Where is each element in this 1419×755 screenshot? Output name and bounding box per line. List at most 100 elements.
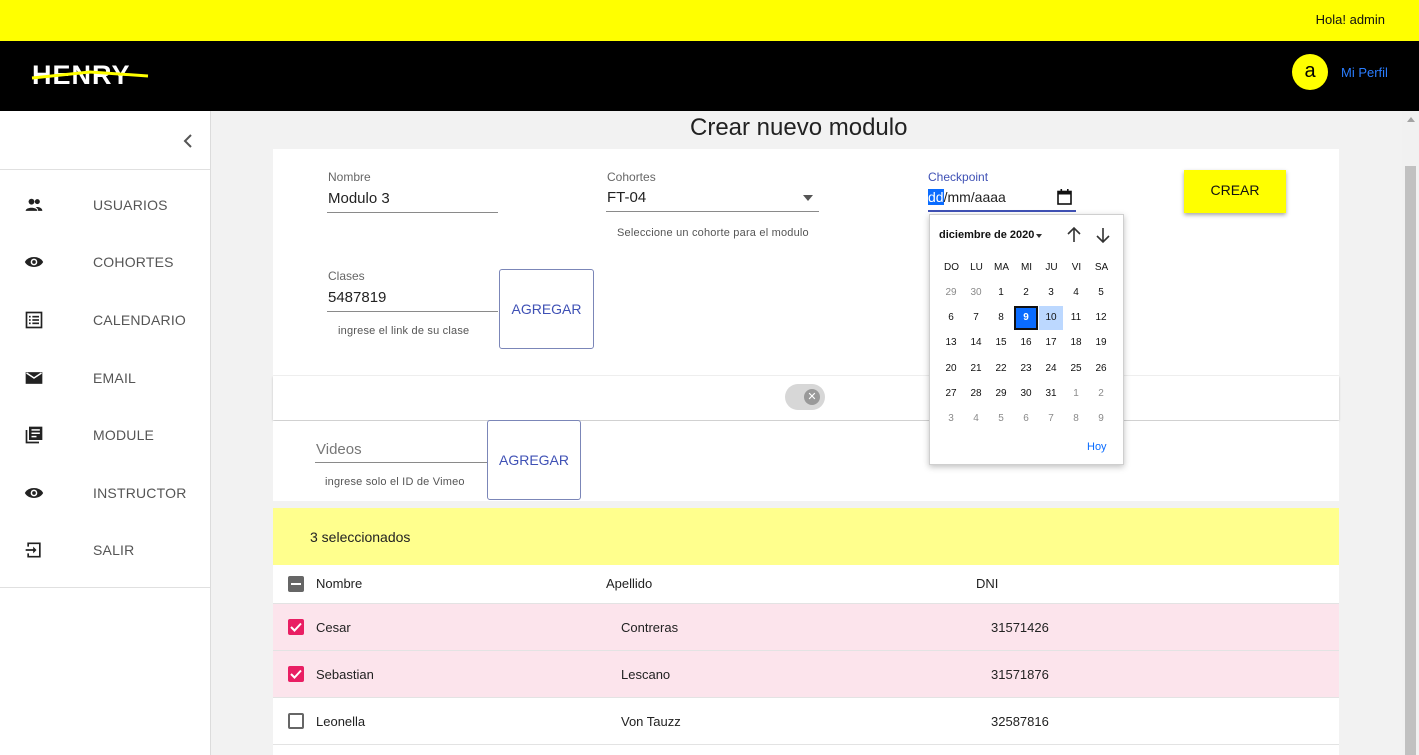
dropdown-arrow-icon[interactable] xyxy=(803,195,813,201)
calendar-day[interactable]: 26 xyxy=(1089,357,1113,381)
clases-input[interactable]: 5487819 xyxy=(328,289,386,306)
calendar-day[interactable]: 10 xyxy=(1039,306,1063,331)
calendar-day[interactable]: 28 xyxy=(964,382,988,406)
row-checkbox[interactable] xyxy=(288,666,304,682)
calendar-day[interactable]: 1 xyxy=(989,281,1013,305)
selection-count: 3 seleccionados xyxy=(310,529,411,545)
header-nombre[interactable]: Nombre xyxy=(316,576,362,591)
videos-input[interactable]: Videos xyxy=(316,441,362,458)
calendar-day[interactable]: 8 xyxy=(1064,407,1088,431)
toggle-switch[interactable]: ✕ xyxy=(785,384,825,410)
clases-helper: ingrese el link de su clase xyxy=(338,325,470,337)
calendar-day[interactable]: 24 xyxy=(1039,357,1063,381)
crear-button[interactable]: CREAR xyxy=(1184,170,1286,213)
calendar-day[interactable]: 5 xyxy=(1089,281,1113,305)
calendar-day[interactable]: 11 xyxy=(1064,306,1088,330)
checkpoint-date-input[interactable]: dd/mm/aaaa xyxy=(928,189,1006,205)
table-row[interactable]: Sebastian Lescano 31571876 xyxy=(273,651,1339,698)
calendar-day[interactable]: 20 xyxy=(939,357,963,381)
calendar-day[interactable]: 25 xyxy=(1064,357,1088,381)
cohortes-underline xyxy=(606,211,819,212)
arrow-up-icon[interactable] xyxy=(1065,226,1083,244)
calendar-day[interactable]: 3 xyxy=(939,407,963,431)
sidebar-item-salir[interactable]: SALIR xyxy=(0,528,210,572)
calendar-day[interactable]: 30 xyxy=(964,281,988,305)
calendar-day[interactable]: 3 xyxy=(1039,281,1063,305)
calendar-day[interactable]: 2 xyxy=(1089,382,1113,406)
calendar-day[interactable]: 18 xyxy=(1064,331,1088,355)
scrollbar-thumb[interactable] xyxy=(1405,166,1416,755)
cell-apellido: Lescano xyxy=(621,667,671,682)
calendar-day[interactable]: 6 xyxy=(1014,407,1038,431)
calendar-day[interactable]: 21 xyxy=(964,357,988,381)
sidebar-item-calendario[interactable]: CALENDARIO xyxy=(0,298,210,342)
calendar-day[interactable]: 19 xyxy=(1089,331,1113,355)
calendar-day[interactable]: 7 xyxy=(964,306,988,330)
greeting-text: Hola! admin xyxy=(1315,12,1385,27)
cell-nombre: Cesar xyxy=(316,620,351,635)
arrow-down-icon[interactable] xyxy=(1094,226,1112,244)
close-icon[interactable]: ✕ xyxy=(804,389,820,405)
calendar-day[interactable]: 5 xyxy=(989,407,1013,431)
calendar-day[interactable]: 30 xyxy=(1014,382,1038,406)
table-row[interactable]: Cesar Contreras 31571426 xyxy=(273,604,1339,651)
sidebar-item-cohortes[interactable]: COHORTES xyxy=(0,240,210,284)
row-checkbox[interactable] xyxy=(288,619,304,635)
calendar-day[interactable]: 6 xyxy=(939,306,963,330)
date-rest-segment[interactable]: /mm/aaaa xyxy=(944,189,1006,205)
calendar-day[interactable]: 29 xyxy=(939,281,963,305)
header-dni[interactable]: DNI xyxy=(976,576,998,591)
calendar-day[interactable]: 9 xyxy=(1014,306,1038,331)
calendar-day[interactable]: 31 xyxy=(1039,382,1063,406)
checkpoint-underline xyxy=(928,210,1076,212)
calendar-day[interactable]: 29 xyxy=(989,382,1013,406)
checkpoint-label: Checkpoint xyxy=(928,170,989,184)
calendar-day[interactable]: 2 xyxy=(1014,281,1038,305)
eye-icon xyxy=(24,257,44,267)
henry-logo[interactable]: HENRY xyxy=(30,58,150,92)
select-all-checkbox[interactable] xyxy=(288,576,304,592)
scrollbar[interactable] xyxy=(1402,111,1419,755)
sidebar-item-email[interactable]: EMAIL xyxy=(0,356,210,400)
chevron-left-icon[interactable] xyxy=(178,131,198,151)
calendar-month-label[interactable]: diciembre de 2020 xyxy=(939,229,1034,241)
sidebar-item-module[interactable]: MODULE xyxy=(0,413,210,457)
calendar-icon[interactable] xyxy=(1057,189,1072,205)
calendar-day[interactable]: 7 xyxy=(1039,407,1063,431)
calendar-day[interactable]: 12 xyxy=(1089,306,1113,330)
sidebar-divider xyxy=(0,587,210,588)
header-apellido[interactable]: Apellido xyxy=(606,576,652,591)
scroll-up-icon[interactable] xyxy=(1407,117,1415,122)
today-button[interactable]: Hoy xyxy=(1087,441,1107,453)
form-card xyxy=(273,149,1339,375)
calendar-day[interactable]: 23 xyxy=(1014,357,1038,381)
calendar-day[interactable]: 4 xyxy=(1064,281,1088,305)
row-checkbox[interactable] xyxy=(288,713,304,729)
cohortes-select[interactable]: FT-04 xyxy=(607,189,646,206)
table-row[interactable]: Leonella Von Tauzz 32587816 xyxy=(273,698,1339,745)
calendar-day[interactable]: 13 xyxy=(939,331,963,355)
calendar-day[interactable]: 1 xyxy=(1064,382,1088,406)
agregar-clase-button[interactable]: AGREGAR xyxy=(499,269,594,349)
nombre-input[interactable]: Modulo 3 xyxy=(328,190,390,207)
cell-dni: 32587816 xyxy=(991,714,1049,729)
calendar-day[interactable]: 22 xyxy=(989,357,1013,381)
calendar-day[interactable]: 27 xyxy=(939,382,963,406)
page-title: Crear nuevo modulo xyxy=(690,114,908,141)
cell-apellido: Contreras xyxy=(621,620,679,635)
avatar[interactable]: a xyxy=(1292,54,1328,90)
agregar-video-button[interactable]: AGREGAR xyxy=(487,420,581,500)
sidebar-item-usuarios[interactable]: USUARIOS xyxy=(0,183,210,227)
calendar-day[interactable]: 14 xyxy=(964,331,988,355)
clases-label: Clases xyxy=(328,269,365,283)
date-day-segment[interactable]: dd xyxy=(928,189,944,205)
calendar-day[interactable]: 16 xyxy=(1014,331,1038,355)
month-dropdown-icon[interactable] xyxy=(1036,234,1042,238)
sidebar-item-instructor[interactable]: INSTRUCTOR xyxy=(0,471,210,515)
calendar-day[interactable]: 8 xyxy=(989,306,1013,330)
profile-link[interactable]: Mi Perfil xyxy=(1341,65,1388,80)
calendar-day[interactable]: 15 xyxy=(989,331,1013,355)
calendar-day[interactable]: 9 xyxy=(1089,407,1113,431)
calendar-day[interactable]: 17 xyxy=(1039,331,1063,355)
calendar-day[interactable]: 4 xyxy=(964,407,988,431)
